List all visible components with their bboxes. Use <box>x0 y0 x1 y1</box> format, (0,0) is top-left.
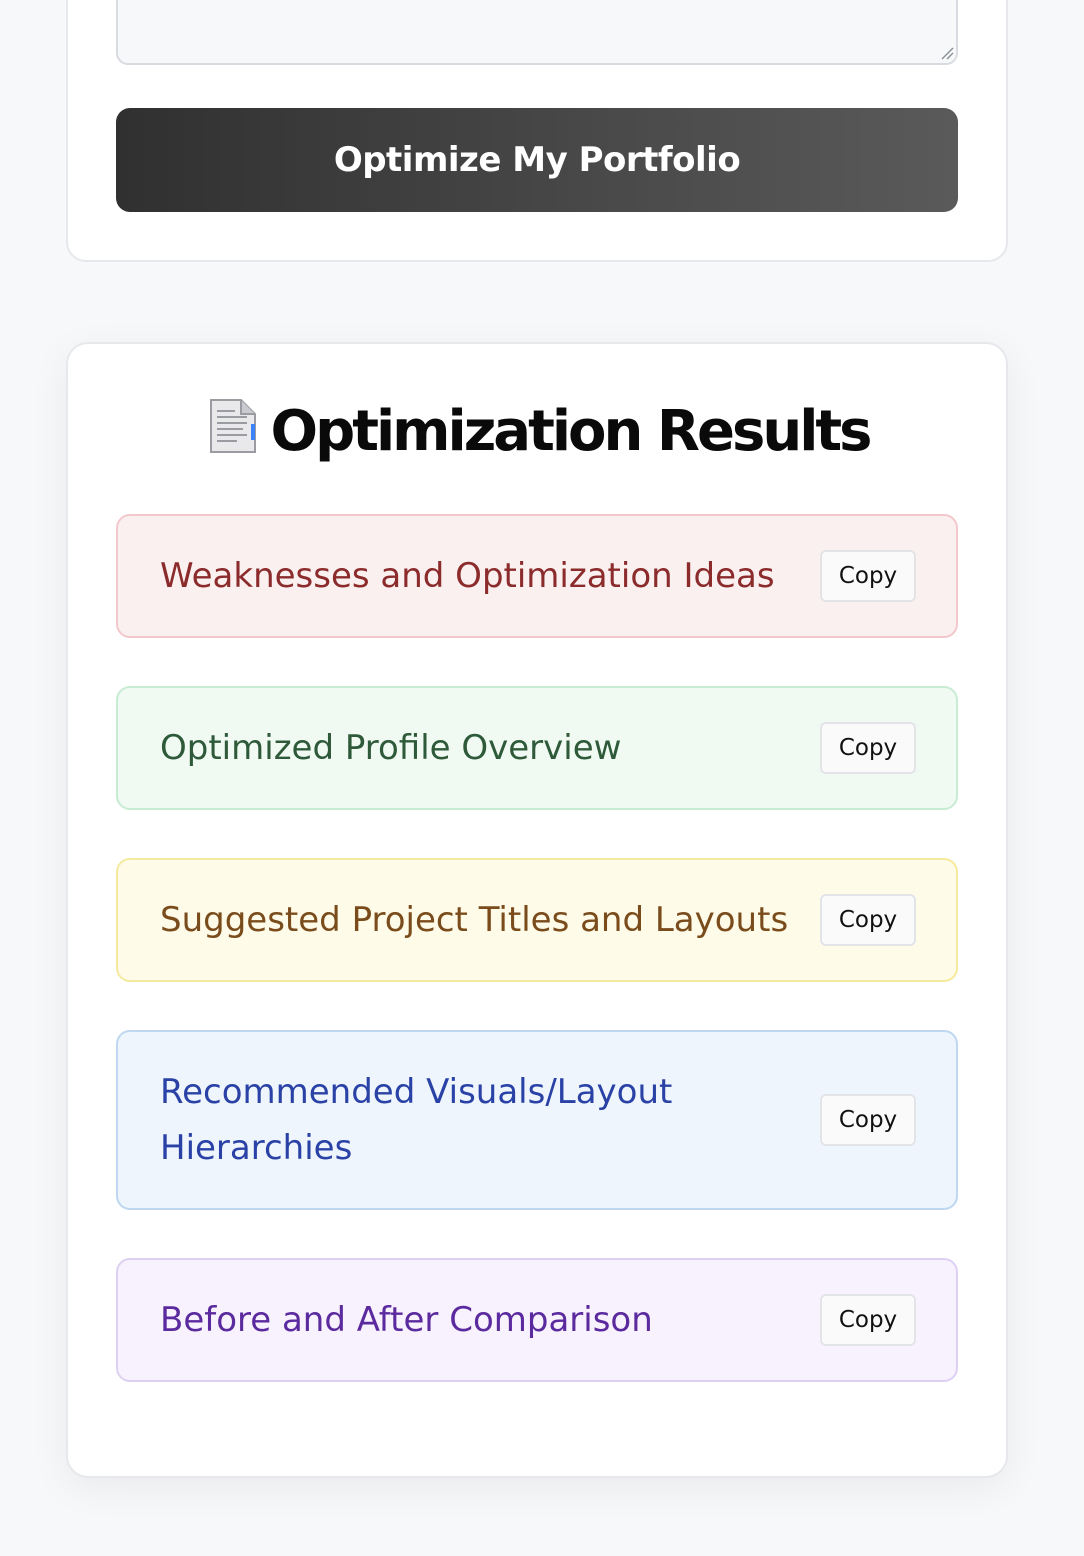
copy-button[interactable]: Copy <box>820 722 916 774</box>
result-section-before-after: Before and After Comparison Copy <box>116 1258 958 1382</box>
results-title-text: Optimization Results <box>270 399 873 464</box>
results-heading: Optimization Results <box>68 396 1006 472</box>
copy-button[interactable]: Copy <box>820 550 916 602</box>
portfolio-form-card: Optimize My Portfolio <box>66 0 1008 262</box>
result-section-label: Optimized Profile Overview <box>160 728 622 768</box>
optimize-portfolio-button[interactable]: Optimize My Portfolio <box>116 108 958 212</box>
result-section-weaknesses: Weaknesses and Optimization Ideas Copy <box>116 514 958 638</box>
result-section-label: Weaknesses and Optimization Ideas <box>160 556 775 596</box>
portfolio-input-textarea[interactable] <box>116 0 958 65</box>
result-section-profile-overview: Optimized Profile Overview Copy <box>116 686 958 810</box>
page: Optimize My Portfolio Optimization Resul… <box>0 0 1084 1556</box>
copy-button[interactable]: Copy <box>820 1294 916 1346</box>
results-card: Optimization Results Weaknesses and Opti… <box>66 342 1008 1478</box>
result-section-label: Before and After Comparison <box>160 1300 653 1340</box>
result-section-label: Suggested Project Titles and Layouts <box>160 900 789 940</box>
copy-button[interactable]: Copy <box>820 1094 916 1146</box>
result-section-label: Recommended Visuals/Layout Hierarchies <box>160 1072 673 1168</box>
page-facing-up-icon <box>205 396 263 472</box>
result-section-project-titles: Suggested Project Titles and Layouts Cop… <box>116 858 958 982</box>
result-section-visuals-layout: Recommended Visuals/Layout Hierarchies C… <box>116 1030 958 1210</box>
copy-button[interactable]: Copy <box>820 894 916 946</box>
